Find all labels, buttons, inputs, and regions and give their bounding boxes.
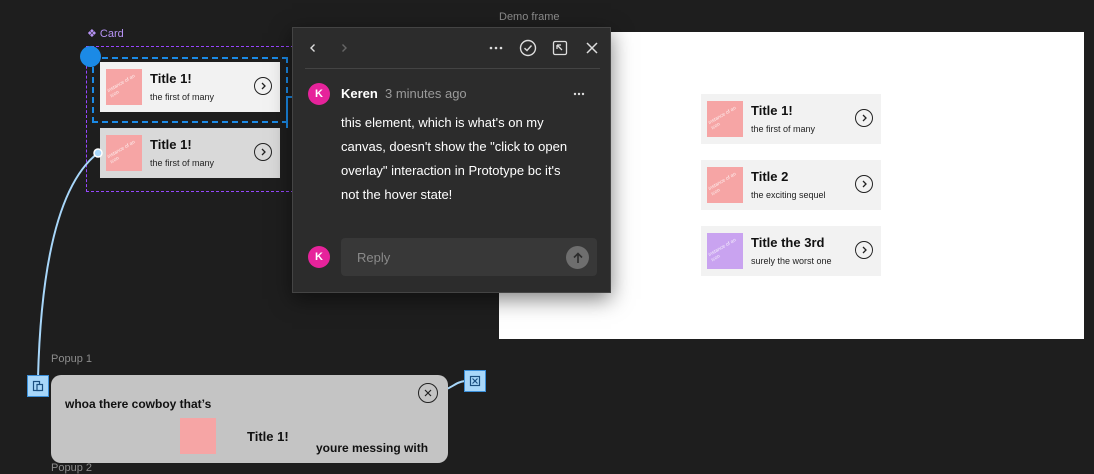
card-subtitle: the exciting sequel	[751, 190, 826, 200]
connection-line	[37, 152, 99, 379]
reply-placeholder: Reply	[357, 250, 391, 265]
comment-timestamp: 3 minutes ago	[385, 86, 467, 101]
comment-body: this element, which is what's on my canv…	[341, 115, 568, 202]
card-thumbnail: instance of an icon	[707, 233, 743, 269]
divider	[305, 68, 600, 69]
demo-card-1[interactable]: instance of an icon Title 1! the first o…	[701, 94, 881, 144]
more-options-icon[interactable]	[486, 38, 506, 58]
popup-frame[interactable]: whoa there cowboy that’s Title 1! youre …	[51, 375, 448, 463]
chevron-right-icon	[855, 109, 873, 127]
card-title: Title 1!	[751, 103, 793, 118]
overlay-destination-icon[interactable]	[27, 375, 49, 397]
demo-card-3[interactable]: instance of an icon Title the 3rd surely…	[701, 226, 881, 276]
card-subtitle: surely the worst one	[751, 256, 832, 266]
close-icon[interactable]	[582, 38, 602, 58]
popup-thumbnail	[180, 418, 216, 454]
card-title: Title the 3rd	[751, 235, 825, 250]
demo-card-2[interactable]: instance of an icon Title 2 the exciting…	[701, 160, 881, 210]
previous-comment-icon[interactable]	[303, 38, 323, 58]
close-overlay-action-icon[interactable]	[464, 370, 486, 392]
send-arrow-icon[interactable]	[566, 246, 589, 269]
demo-frame-label[interactable]: Demo frame	[499, 11, 560, 23]
chevron-right-icon	[855, 241, 873, 259]
card-subtitle: the first of many	[751, 124, 816, 134]
comment-author: Keren	[341, 86, 378, 101]
thumb-text: instance of an icon	[707, 171, 738, 198]
popup1-label[interactable]: Popup 1	[51, 353, 92, 365]
popup2-label[interactable]: Popup 2	[51, 462, 92, 474]
next-comment-icon[interactable]	[334, 38, 354, 58]
thumb-text: instance of an icon	[707, 237, 738, 264]
move-comment-icon[interactable]	[550, 38, 570, 58]
avatar: K	[308, 83, 330, 105]
comment-thread-panel: K Keren 3 minutes ago this element, whic…	[292, 27, 611, 293]
resolve-check-icon[interactable]	[518, 38, 538, 58]
thumb-text: instance of an icon	[707, 105, 738, 132]
reply-input[interactable]: Reply	[341, 238, 597, 276]
card-title: Title 2	[751, 169, 789, 184]
popup-line2: youre messing with	[316, 441, 429, 455]
chevron-right-icon	[855, 175, 873, 193]
close-icon[interactable]	[418, 383, 438, 403]
card-thumbnail: instance of an icon	[707, 167, 743, 203]
card-thumbnail: instance of an icon	[707, 101, 743, 137]
popup-line1: whoa there cowboy that’s	[65, 397, 212, 411]
reply-avatar: K	[308, 246, 330, 268]
comment-more-icon[interactable]	[569, 84, 589, 104]
popup-title: Title 1!	[247, 429, 289, 444]
connection-dot	[93, 148, 103, 158]
